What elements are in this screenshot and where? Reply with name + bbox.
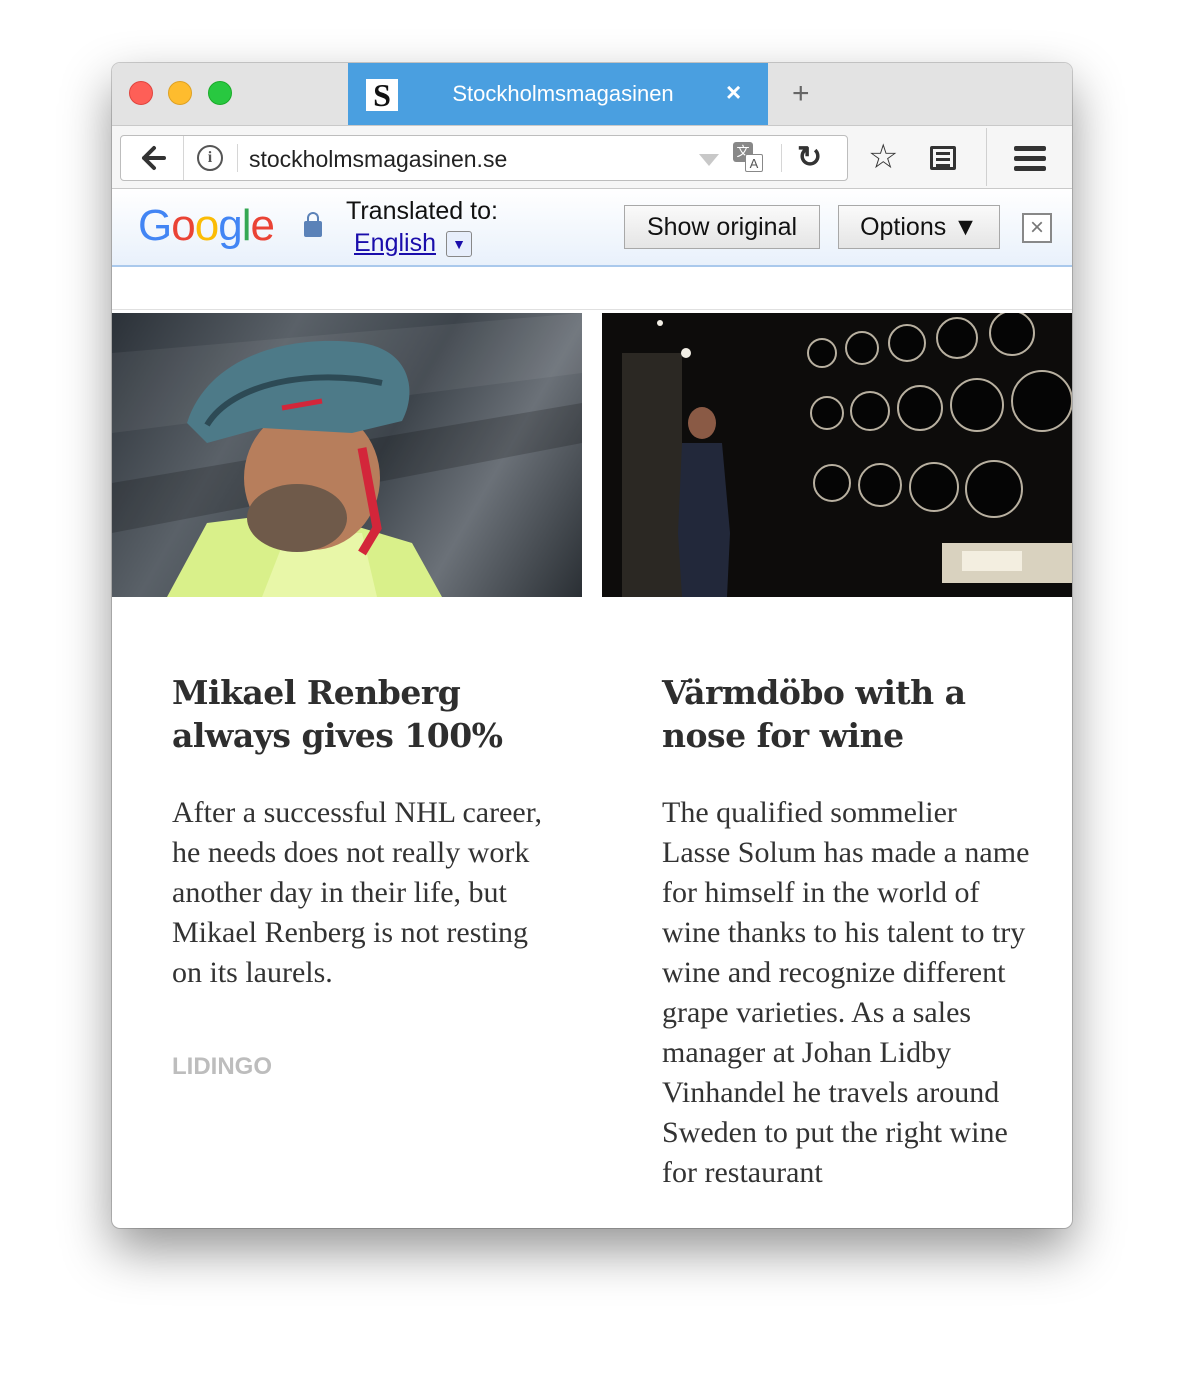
target-language-link[interactable]: English [354, 229, 436, 258]
close-translate-bar-icon[interactable]: × [1022, 213, 1052, 243]
translate-icon[interactable]: 文 A [733, 142, 763, 172]
tab-close-icon[interactable]: × [726, 77, 741, 108]
cyclist-helmet-photo[interactable] [112, 313, 582, 597]
close-window-button[interactable] [129, 81, 153, 105]
reading-list-icon[interactable] [930, 146, 956, 170]
minimize-window-button[interactable] [168, 81, 192, 105]
divider [237, 144, 238, 172]
bookmark-star-icon[interactable]: ☆ [868, 138, 898, 176]
page-header-strip [112, 267, 1072, 310]
article-location-tag[interactable]: LIDINGO [172, 1053, 272, 1081]
address-bar[interactable]: i stockholmsmagasinen.se 文 A ↻ [120, 135, 848, 181]
article-summary: After a successful NHL career, he needs … [172, 796, 542, 989]
article-summary: The qualified sommelier Lasse Solum has … [662, 796, 1030, 1189]
menu-icon[interactable] [1014, 146, 1046, 172]
google-logo: Google [138, 201, 275, 250]
divider [781, 144, 782, 172]
options-button[interactable]: Options ▼ [838, 205, 1000, 249]
new-tab-button[interactable]: + [792, 77, 810, 111]
site-info-icon[interactable]: i [197, 145, 223, 171]
zoom-window-button[interactable] [208, 81, 232, 105]
lock-icon [304, 212, 322, 237]
browser-window: S Stockholmsmagasinen × + i stockholmsma… [112, 63, 1072, 1228]
url-history-dropdown-icon[interactable] [699, 154, 719, 166]
reload-icon[interactable]: ↻ [797, 140, 822, 175]
tab-bar: S Stockholmsmagasinen × + [112, 63, 1072, 125]
tab-stockholmsmagasinen[interactable]: S Stockholmsmagasinen × [348, 63, 768, 125]
language-dropdown-icon[interactable]: ▼ [446, 231, 472, 257]
translated-to-label: Translated to: [346, 197, 498, 225]
article-title[interactable]: Mikael Renberg always gives 100% [172, 671, 532, 757]
show-original-button[interactable]: Show original [624, 205, 820, 249]
tab-title: Stockholmsmagasinen [452, 81, 674, 106]
back-button[interactable] [121, 136, 184, 180]
wine-cellar-photo[interactable] [602, 313, 1072, 597]
site-favicon-icon: S [366, 79, 398, 111]
back-arrow-icon [142, 146, 166, 170]
navigation-bar: i stockholmsmagasinen.se 文 A ↻ ☆ [112, 125, 1072, 189]
translate-bar: Google Translated to: English ▼ Show ori… [112, 189, 1072, 267]
article-title[interactable]: Värmdöbo with a nose for wine [662, 671, 1022, 757]
url-text[interactable]: stockholmsmagasinen.se [249, 146, 507, 173]
divider [986, 128, 987, 186]
